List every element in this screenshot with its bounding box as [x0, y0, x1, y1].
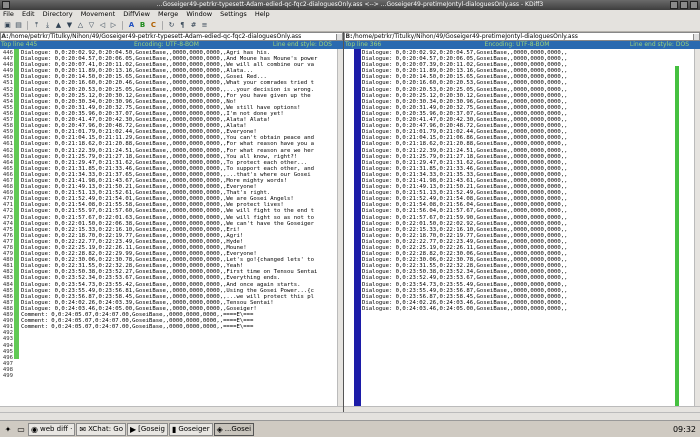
menu-movement[interactable]: Movement	[81, 10, 115, 18]
text-area-b[interactable]: Dialogue: 0,0:20:02.92,0:20:04.57,GoseiB…	[344, 49, 700, 412]
menu-directory[interactable]: Directory	[43, 10, 73, 18]
toggle-overview-icon[interactable]: ≡	[200, 21, 209, 30]
menu-settings[interactable]: Settings	[220, 10, 247, 18]
next-delta-icon[interactable]: ▼	[65, 21, 74, 30]
vertical-scrollbar-b[interactable]	[694, 49, 700, 412]
terminal-icon: ▮	[171, 424, 177, 434]
task-label: [Goseig	[138, 425, 165, 433]
video-icon: ▶	[130, 424, 137, 434]
prev-delta-icon[interactable]: ▲	[54, 21, 63, 30]
encoding-b: Encoding: UTF-8-BOM	[484, 41, 550, 48]
inserted-marker-a	[14, 49, 19, 359]
line-end-style-b: Line end style: DOS	[629, 41, 690, 48]
go-bottom-icon[interactable]: ⤓	[43, 21, 52, 30]
next-unsolved-icon[interactable]: ▷	[109, 21, 118, 30]
open-icon[interactable]: ▣	[3, 21, 12, 30]
file-path-header-b[interactable]: B: /home/petrkr/Titulky/Nihon/49/Goseige…	[344, 32, 700, 41]
toolbar: ▣ ▤ ⤒ ⤓ ▲ ▼ △ ▽ ◁ ▷ A B C ↻ ¶ # ≡	[0, 19, 700, 32]
save-icon[interactable]: ▤	[14, 21, 23, 30]
window-menu-icon[interactable]	[2, 1, 10, 9]
clock[interactable]: 09:32	[673, 425, 700, 434]
info-bar-b: Top line 366 Encoding: UTF-8-BOM Line en…	[344, 41, 700, 49]
file-path-b[interactable]: /home/petrkr/Titulky/Nihon/49/Goseiger49…	[353, 33, 693, 40]
task-kdiff3[interactable]: ◈ ...Gosei	[213, 422, 255, 436]
close-button[interactable]	[690, 1, 698, 9]
window-title-bar: ...Goseiger49-petrkr-typesett-Adam-edied…	[0, 0, 700, 10]
next-conflict-icon[interactable]: ▽	[87, 21, 96, 30]
start-menu-icon[interactable]: ✦	[2, 423, 14, 435]
task-label: web diff ·	[39, 425, 73, 433]
top-line-a: Top line 445	[1, 41, 38, 48]
task-terminal[interactable]: ▮ Goseiger	[168, 422, 213, 436]
task-web-diff[interactable]: ◉ web diff ·	[28, 422, 76, 436]
desktop-icon[interactable]: ▭	[15, 423, 27, 435]
status-bar	[0, 412, 700, 420]
diff-pane-b: B: /home/petrkr/Titulky/Nihon/49/Goseige…	[344, 32, 700, 412]
menu-merge[interactable]: Merge	[158, 10, 178, 18]
window-title: ...Goseiger49-petrkr-typesett-Adam-edied…	[156, 1, 544, 8]
taskbar: ✦ ▭ ◉ web diff · ✉ XChat: Go ▶ [Goseig ▮…	[0, 420, 700, 437]
file-path-a[interactable]: /home/petrkr/Titulky/Nihon/49/Goseiger49…	[9, 33, 336, 40]
text-content-a[interactable]: Dialogue: 0,0:20:02.92,0:20:04.50,GoseiB…	[21, 50, 343, 330]
toolbar-separator	[162, 20, 163, 30]
prev-unsolved-icon[interactable]: ◁	[98, 21, 107, 30]
diff-gutter-b	[354, 49, 361, 412]
choose-c-icon[interactable]: C	[149, 21, 158, 30]
task-label: ...Gosei	[224, 425, 252, 433]
task-xchat[interactable]: ✉ XChat: Go	[76, 422, 126, 436]
pane-letter-b: B:	[345, 33, 353, 40]
text-area-a[interactable]: 446 447 448 449 450 451 452 453 454 455 …	[0, 49, 343, 412]
show-line-numbers-icon[interactable]: #	[189, 21, 198, 30]
choose-b-icon[interactable]: B	[138, 21, 147, 30]
encoding-a: Encoding: UTF-8-BOM	[134, 41, 199, 48]
menu-edit[interactable]: Edit	[22, 10, 35, 18]
task-video[interactable]: ▶ [Goseig	[127, 422, 168, 436]
choose-a-icon[interactable]: A	[127, 21, 136, 30]
line-numbers-a: 446 447 448 449 450 451 452 453 454 455 …	[2, 50, 13, 379]
menu-diffview[interactable]: DiffView	[123, 10, 150, 18]
menu-window[interactable]: Window	[186, 10, 212, 18]
chat-icon: ✉	[79, 424, 87, 434]
menu-help[interactable]: Help	[255, 10, 270, 18]
menu-file[interactable]: File	[3, 10, 14, 18]
toolbar-separator	[122, 20, 123, 30]
chevron-down-icon[interactable]	[336, 33, 342, 40]
go-top-icon[interactable]: ⤒	[32, 21, 41, 30]
diff-gutter-a	[14, 49, 19, 412]
overview-inserted-marker	[675, 66, 679, 412]
minimize-button[interactable]	[670, 1, 678, 9]
chevron-down-icon[interactable]	[693, 33, 699, 40]
info-bar-a: Top line 445 Encoding: UTF-8-BOM Line en…	[0, 41, 343, 49]
toolbar-separator	[27, 20, 28, 30]
auto-advance-icon[interactable]: ↻	[167, 21, 176, 30]
file-path-header-a[interactable]: A: /home/petrkr/Titulky/Nihon/49/Goseige…	[0, 32, 343, 41]
maximize-button[interactable]	[680, 1, 688, 9]
prev-conflict-icon[interactable]: △	[76, 21, 85, 30]
show-whitespace-icon[interactable]: ¶	[178, 21, 187, 30]
line-end-style-a: Line end style: DOS	[272, 41, 332, 48]
diff-pane-a: A: /home/petrkr/Titulky/Nihon/49/Goseige…	[0, 32, 343, 412]
text-content-b[interactable]: Dialogue: 0,0:20:02.92,0:20:04.57,GoseiB…	[362, 50, 692, 312]
pane-letter-a: A:	[1, 33, 9, 40]
top-line-b: Top line 366	[345, 41, 382, 48]
task-label: Goseiger	[178, 425, 210, 433]
kdiff-icon: ◈	[216, 424, 223, 434]
menu-bar: File Edit Directory Movement DiffView Me…	[0, 10, 700, 19]
globe-icon: ◉	[31, 424, 38, 434]
task-label: XChat: Go	[88, 425, 123, 433]
